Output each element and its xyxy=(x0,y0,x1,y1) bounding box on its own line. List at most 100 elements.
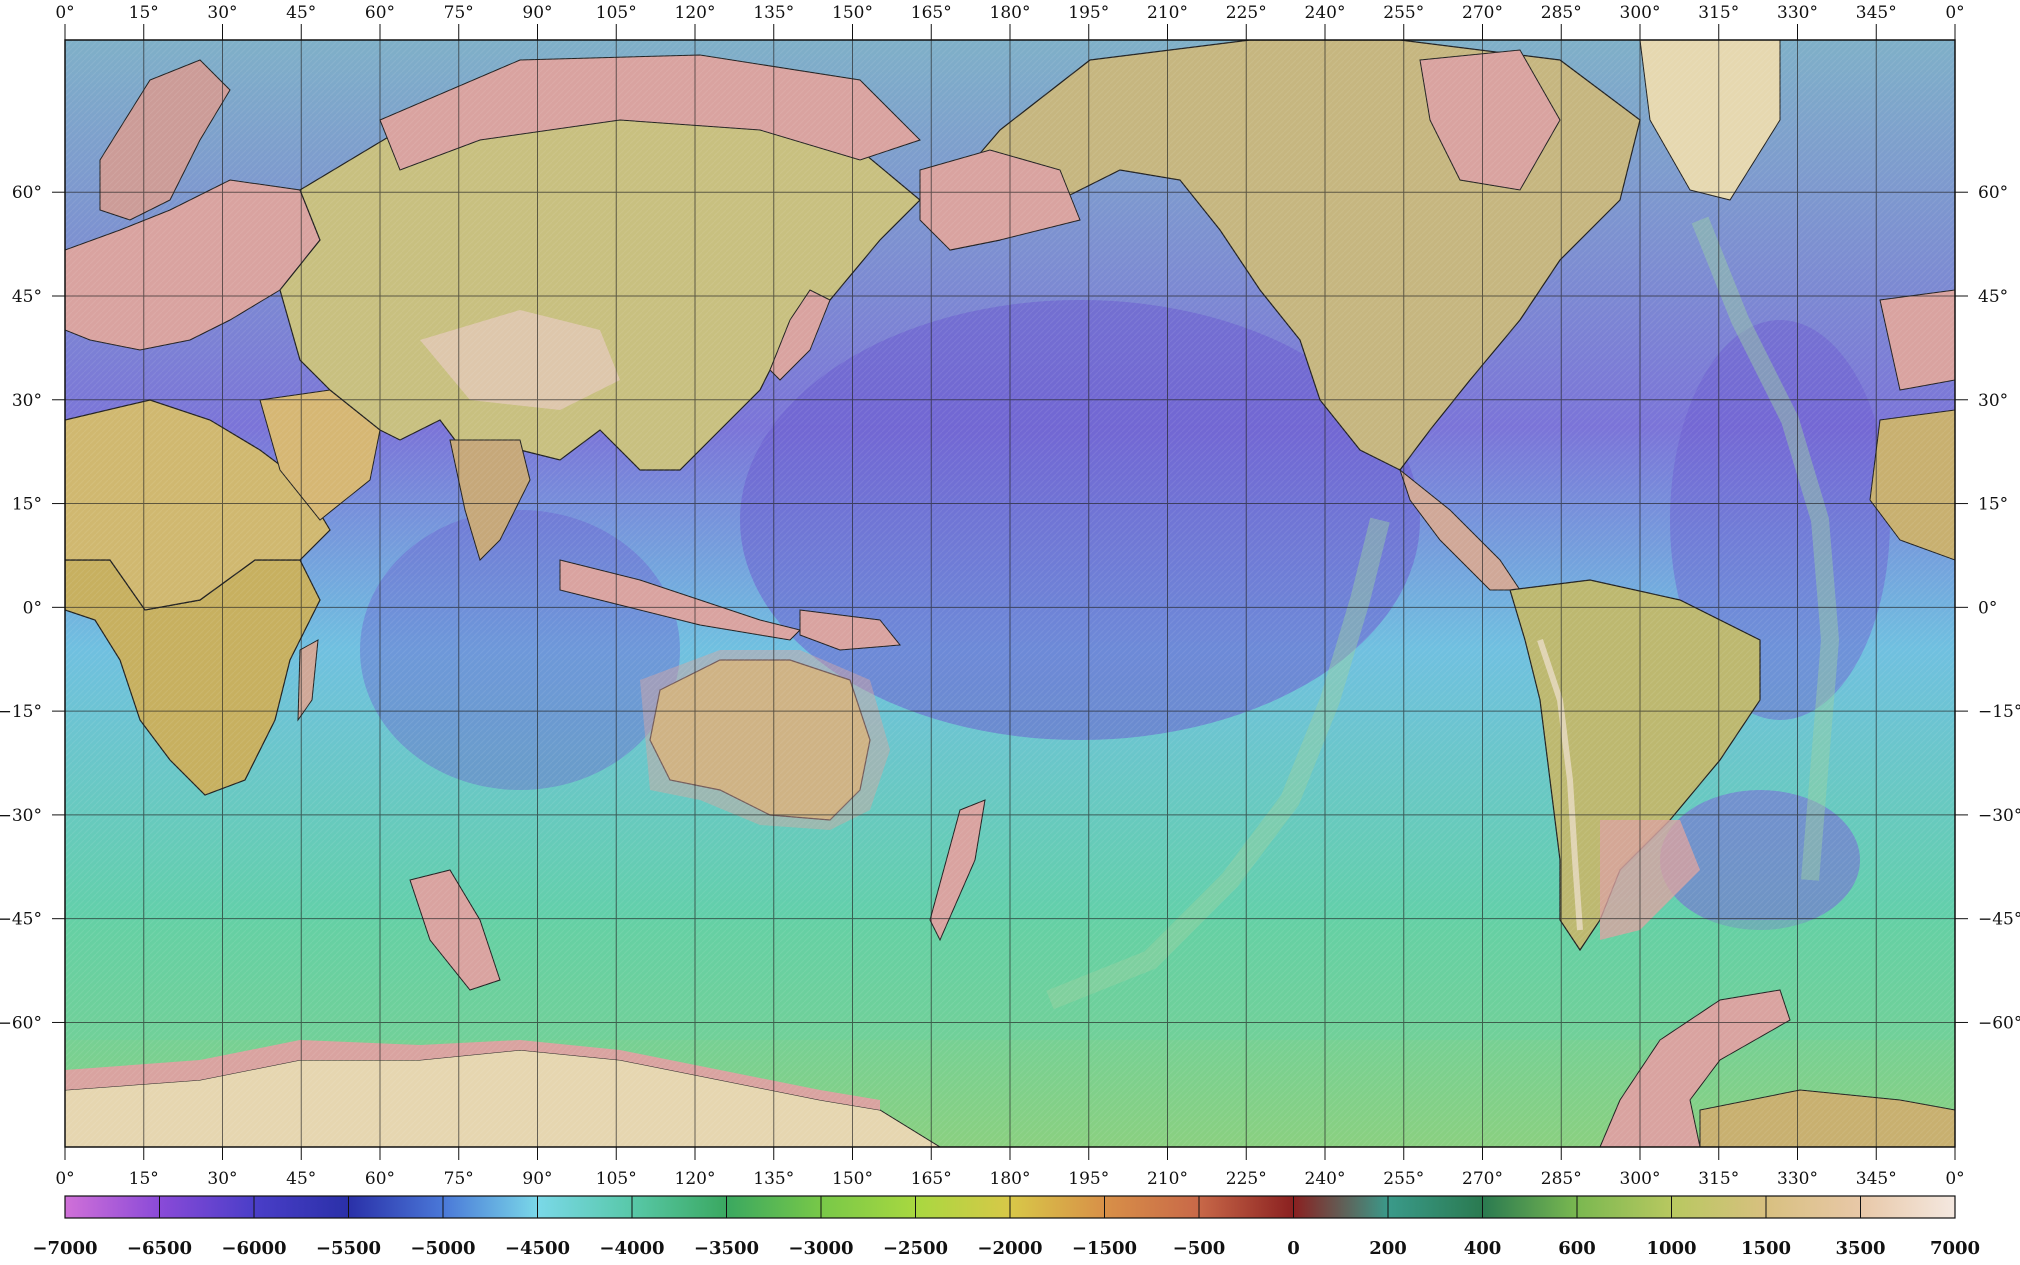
longitude-label: 45° xyxy=(286,3,316,23)
longitude-label: 75° xyxy=(444,1169,474,1189)
colorbar-label: 3500 xyxy=(1835,1238,1885,1259)
latitude-label: 0° xyxy=(23,598,42,618)
longitude-label: 180° xyxy=(990,1169,1031,1189)
colorbar-label: −500 xyxy=(1173,1238,1226,1259)
colorbar-segment xyxy=(1388,1196,1483,1218)
colorbar-segment xyxy=(443,1196,538,1218)
longitude-label: 105° xyxy=(596,1169,637,1189)
colorbar-segment xyxy=(1010,1196,1105,1218)
colorbar-label: −4000 xyxy=(599,1238,664,1259)
latitude-label: 0° xyxy=(1978,598,1997,618)
longitude-label: 60° xyxy=(365,1169,395,1189)
longitude-label: 315° xyxy=(1698,3,1739,23)
longitude-label: 225° xyxy=(1226,1169,1267,1189)
longitude-label: 105° xyxy=(596,3,637,23)
latitude-label: 30° xyxy=(1978,391,2008,411)
latitude-label: −30° xyxy=(1978,806,2020,826)
colorbar-segment xyxy=(1860,1196,1956,1218)
colorbar-segment xyxy=(1199,1196,1294,1218)
longitude-labels-bottom: 0° 15° 30° 45° 60° 75° 90° 105° 120° 135° 150° 165°… xyxy=(55,1147,1965,1189)
longitude-label: 240° xyxy=(1305,1169,1346,1189)
longitude-label: 195° xyxy=(1068,1169,1109,1189)
colorbar-segment xyxy=(1293,1196,1389,1218)
longitude-labels-top: 0° 15° 30° 45° 60° 75° 90° 105° 120° 135° 150° 165°… xyxy=(55,3,1965,40)
colorbar-label: 1500 xyxy=(1741,1238,1791,1259)
latitude-label: −60° xyxy=(0,1013,42,1033)
longitude-label: 270° xyxy=(1462,1169,1503,1189)
longitude-label: 0° xyxy=(1945,3,1964,23)
colorbar-label: −4500 xyxy=(505,1238,570,1259)
colorbar-label: −6000 xyxy=(221,1238,286,1259)
colorbar-label: 0 xyxy=(1287,1238,1300,1259)
longitude-label: 135° xyxy=(753,1169,794,1189)
longitude-label: 30° xyxy=(207,1169,237,1189)
longitude-label: 255° xyxy=(1383,3,1424,23)
colorbar-label: −3500 xyxy=(694,1238,759,1259)
latitude-label: 60° xyxy=(1978,183,2008,203)
longitude-label: 285° xyxy=(1541,3,1582,23)
longitude-label: 0° xyxy=(55,3,74,23)
longitude-label: 165° xyxy=(911,3,952,23)
longitude-label: 30° xyxy=(207,3,237,23)
longitude-label: 90° xyxy=(522,1169,552,1189)
colorbar: −7000 −6500 −6000 −5500 −5000 −4500 −4000 −3500… xyxy=(32,1195,1980,1259)
colorbar-label: −2000 xyxy=(977,1238,1042,1259)
colorbar-label: −2500 xyxy=(883,1238,948,1259)
longitude-label: 90° xyxy=(522,3,552,23)
longitude-label: 15° xyxy=(129,1169,159,1189)
colorbar-label: −1500 xyxy=(1072,1238,1137,1259)
longitude-label: 210° xyxy=(1147,1169,1188,1189)
longitude-label: 285° xyxy=(1541,1169,1582,1189)
latitude-labels-left: 60° 45° 30° 15° 0° −15° −30° −45° −60° xyxy=(0,183,65,1033)
latitude-label: −45° xyxy=(0,910,42,930)
longitude-label: 345° xyxy=(1856,1169,1897,1189)
longitude-label: 150° xyxy=(832,3,873,23)
latitude-label: 15° xyxy=(12,495,42,515)
longitude-label: 300° xyxy=(1620,1169,1661,1189)
longitude-label: 300° xyxy=(1620,3,1661,23)
longitude-label: 195° xyxy=(1068,3,1109,23)
longitude-label: 180° xyxy=(990,3,1031,23)
longitude-label: 135° xyxy=(753,3,794,23)
colorbar-label: 400 xyxy=(1464,1238,1502,1259)
longitude-label: 210° xyxy=(1147,3,1188,23)
latitude-label: 45° xyxy=(12,287,42,307)
colorbar-segment xyxy=(65,1196,160,1218)
longitude-label: 75° xyxy=(444,3,474,23)
latitude-label: −15° xyxy=(0,702,42,722)
longitude-label: 15° xyxy=(129,3,159,23)
colorbar-label: −6500 xyxy=(127,1238,192,1259)
colorbar-label: −5000 xyxy=(410,1238,475,1259)
map-panel xyxy=(64,39,1956,1148)
colorbar-label: −7000 xyxy=(32,1238,97,1259)
bathymetry-topography-map: 0° 15° 30° 45° 60° 75° 90° 105° 120° 135° 150° 165°… xyxy=(0,3,2020,1259)
longitude-label: 225° xyxy=(1226,3,1267,23)
longitude-label: 165° xyxy=(911,1169,952,1189)
colorbar-segment xyxy=(1671,1196,1767,1218)
latitude-label: 30° xyxy=(12,391,42,411)
latitude-label: −30° xyxy=(0,806,42,826)
longitude-label: 150° xyxy=(832,1169,873,1189)
longitude-label: 255° xyxy=(1383,1169,1424,1189)
colorbar-segment xyxy=(726,1196,822,1218)
latitude-label: 60° xyxy=(12,183,42,203)
colorbar-label: 1000 xyxy=(1646,1238,1696,1259)
longitude-label: 120° xyxy=(675,3,716,23)
longitude-label: 345° xyxy=(1856,3,1897,23)
colorbar-segment xyxy=(1104,1196,1200,1218)
longitude-label: 315° xyxy=(1698,1169,1739,1189)
colorbar-segment xyxy=(254,1196,349,1218)
longitude-label: 0° xyxy=(55,1169,74,1189)
colorbar-label: 600 xyxy=(1558,1238,1596,1259)
colorbar-segment xyxy=(1482,1196,1578,1218)
colorbar-segment xyxy=(1577,1196,1672,1218)
colorbar-segment xyxy=(915,1196,1011,1218)
colorbar-label: 200 xyxy=(1369,1238,1407,1259)
colorbar-segment xyxy=(537,1196,633,1218)
colorbar-segment xyxy=(632,1196,727,1218)
colorbar-label: −5500 xyxy=(316,1238,381,1259)
colorbar-label: 7000 xyxy=(1930,1238,1980,1259)
colorbar-label: −3000 xyxy=(788,1238,853,1259)
longitude-label: 330° xyxy=(1777,1169,1818,1189)
longitude-label: 270° xyxy=(1462,3,1503,23)
